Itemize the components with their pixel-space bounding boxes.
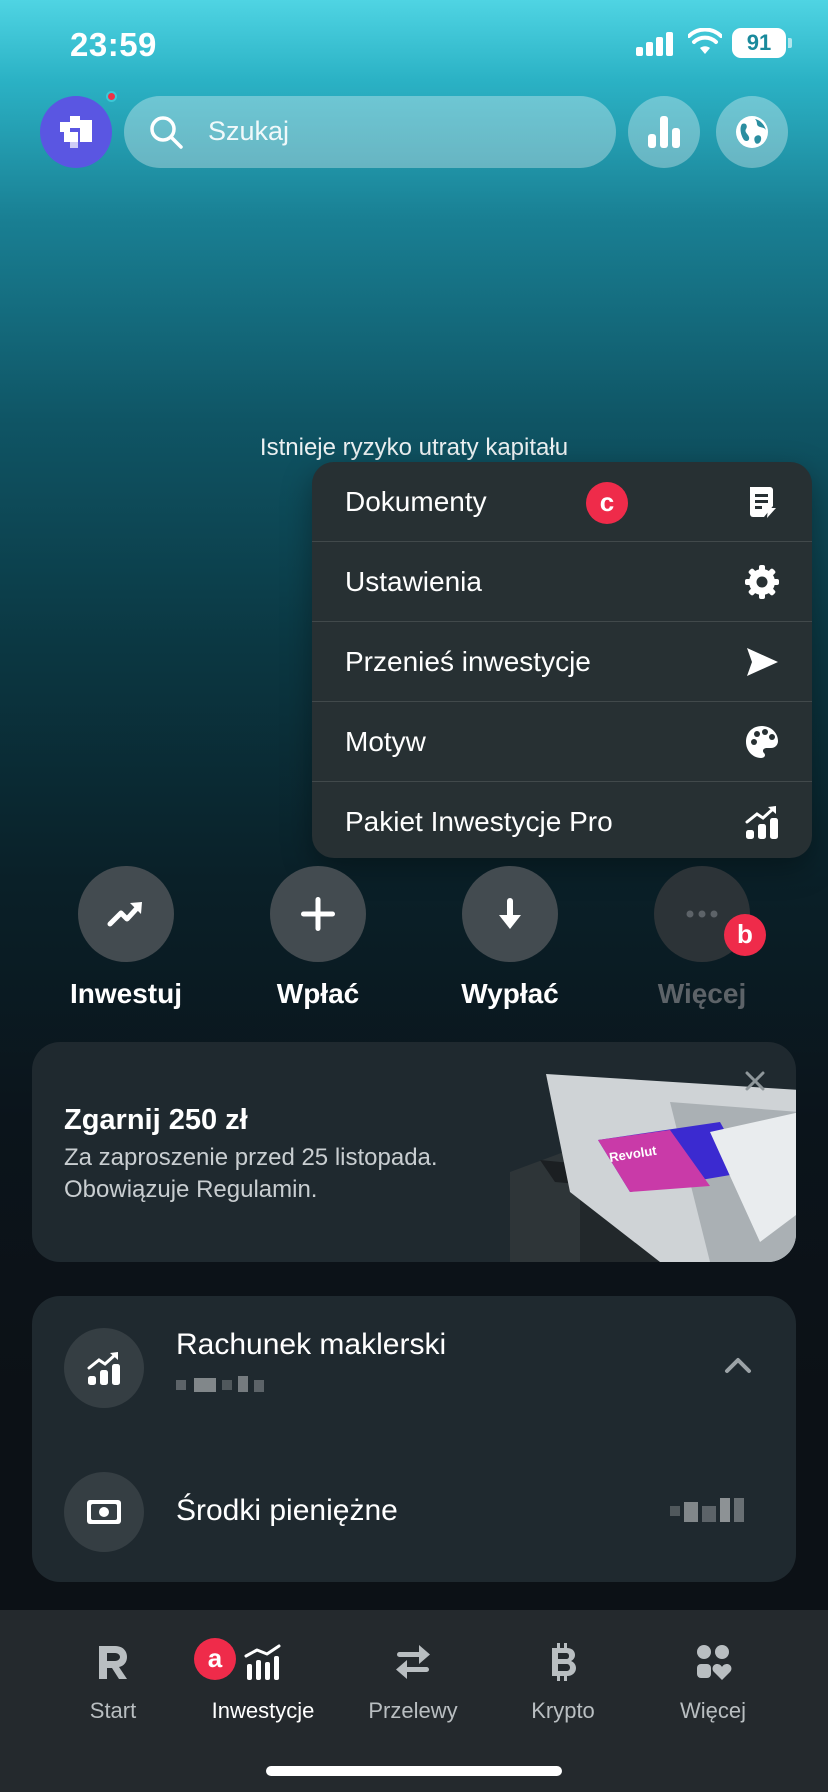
account-card: Rachunek maklerski Środki pieniężne	[32, 1296, 796, 1582]
send-icon	[747, 648, 778, 676]
menu-item-motyw[interactable]: Motyw	[312, 702, 812, 782]
plus-icon	[301, 897, 335, 931]
palette-icon	[746, 726, 778, 758]
cash-icon-wrap	[64, 1472, 144, 1552]
annotation-marker-a: a	[194, 1638, 236, 1680]
analytics-button[interactable]	[628, 96, 700, 168]
notification-dot	[106, 91, 117, 102]
tab-label: Krypto	[531, 1698, 595, 1723]
bar-chart-icon	[648, 116, 680, 148]
chart-up-icon	[745, 806, 778, 839]
context-menu: Dokumenty Ustawienia Przenieś inwestycje	[312, 462, 812, 858]
brokerage-account-icon	[64, 1328, 144, 1408]
menu-item-label: Dokumenty	[345, 486, 487, 517]
trend-up-icon	[107, 902, 142, 927]
menu-item-ustawienia[interactable]: Ustawienia	[312, 542, 812, 622]
menu-item-przenies-inwestycje[interactable]: Przenieś inwestycje	[312, 622, 812, 702]
battery-indicator: 91	[732, 28, 792, 58]
annotation-marker-c: c	[586, 482, 628, 524]
cash-title[interactable]: Środki pieniężne	[176, 1494, 398, 1528]
bitcoin-icon	[552, 1643, 576, 1681]
gear-icon	[745, 565, 779, 599]
menu-item-pakiet-inwestycje-pro[interactable]: Pakiet Inwestycje Pro	[312, 782, 812, 858]
menu-item-label: Przenieś inwestycje	[345, 646, 591, 677]
wifi-icon	[688, 28, 722, 54]
search-icon	[150, 116, 183, 149]
withdraw-label: Wypłać	[461, 978, 559, 1009]
avatar[interactable]	[40, 96, 112, 168]
more-actions-label: Więcej	[657, 978, 747, 1009]
close-icon[interactable]	[742, 1068, 768, 1094]
search-input[interactable]: Szukaj	[124, 96, 616, 168]
invest-button-circle	[78, 866, 174, 962]
revolut-r-icon	[99, 1646, 127, 1679]
cellular-signal-icon	[636, 32, 674, 56]
promo-text: Za zaproszenie przed 25 listopada. Obowi…	[64, 1144, 438, 1203]
cash-icon	[87, 1500, 121, 1524]
risk-notice: Istnieje ryzyko utraty kapitału	[259, 434, 569, 461]
document-icon	[750, 487, 776, 518]
tab-bar: Start Inwestycje Przelewy Krypto Więcej	[0, 1610, 828, 1792]
tab-label: Start	[89, 1698, 137, 1723]
invest-label: Inwestuj	[69, 978, 182, 1009]
transfer-icon	[396, 1645, 430, 1679]
tab-label: Więcej	[679, 1698, 746, 1723]
promo-title: Zgarnij 250 zł	[64, 1104, 248, 1136]
globe-icon	[736, 116, 768, 148]
chart-up-icon	[87, 1352, 120, 1385]
arrow-down-icon	[499, 898, 521, 929]
deposit-label: Wpłać	[276, 978, 360, 1009]
promo-card[interactable]: Zgarnij 250 zł Za zaproszenie przed 25 l…	[32, 1042, 796, 1262]
status-time: 23:59	[70, 26, 157, 63]
invest-bars-icon	[244, 1644, 281, 1680]
apps-icon	[697, 1645, 732, 1680]
menu-item-dokumenty[interactable]: Dokumenty	[312, 462, 812, 542]
chevron-up-icon[interactable]	[724, 1356, 752, 1374]
status-bar: 23:59 91	[0, 0, 828, 90]
globe-button[interactable]	[716, 96, 788, 168]
withdraw-button-circle	[462, 866, 558, 962]
tab-label: Przelewy	[368, 1698, 458, 1723]
menu-item-label: Pakiet Inwestycje Pro	[345, 806, 613, 837]
menu-item-label: Motyw	[345, 726, 426, 757]
brokerage-account-title[interactable]: Rachunek maklerski	[176, 1328, 446, 1362]
tab-label: Inwestycje	[211, 1698, 315, 1723]
search-placeholder: Szukaj	[208, 116, 290, 146]
deposit-button-circle	[270, 866, 366, 962]
more-icon	[686, 910, 718, 918]
menu-item-label: Ustawienia	[345, 566, 482, 597]
home-indicator	[266, 1766, 562, 1776]
annotation-marker-b: b	[724, 914, 766, 956]
